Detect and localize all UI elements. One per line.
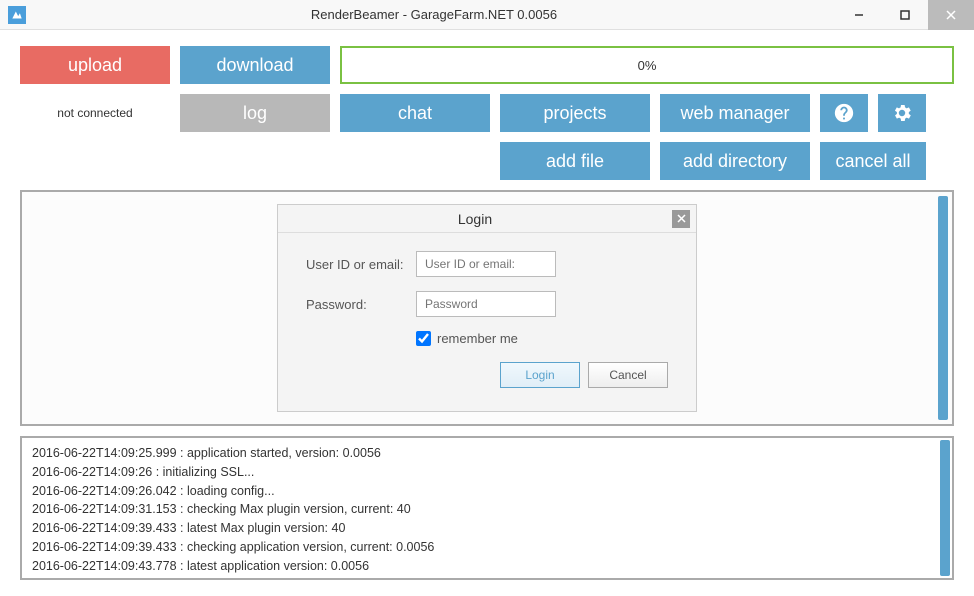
- log-scrollbar-thumb[interactable]: [940, 440, 950, 576]
- help-button[interactable]: [820, 94, 868, 132]
- add-directory-button[interactable]: add directory: [660, 142, 810, 180]
- login-header: Login: [278, 205, 696, 233]
- password-label: Password:: [306, 297, 416, 312]
- projects-button[interactable]: projects: [500, 94, 650, 132]
- minimize-button[interactable]: [836, 0, 882, 30]
- login-close-button[interactable]: [672, 210, 690, 228]
- chat-button[interactable]: chat: [340, 94, 490, 132]
- main-area: Login User ID or email: Password: rememb…: [20, 190, 954, 426]
- user-id-label: User ID or email:: [306, 257, 416, 272]
- upload-button[interactable]: upload: [20, 46, 170, 84]
- log-line: 2016-06-22T14:09:39.433 : checking appli…: [32, 538, 928, 557]
- log-line: 2016-06-22T14:09:39.433 : latest Max plu…: [32, 519, 928, 538]
- add-file-button[interactable]: add file: [500, 142, 650, 180]
- remember-me-label: remember me: [437, 331, 518, 346]
- titlebar: RenderBeamer - GarageFarm.NET 0.0056: [0, 0, 974, 30]
- progress-bar: 0%: [340, 46, 954, 84]
- log-line: 2016-06-22T14:09:31.153 : checking Max p…: [32, 500, 928, 519]
- log-area: 2016-06-22T14:09:25.999 : application st…: [20, 436, 954, 580]
- log-scrollbar[interactable]: [938, 438, 952, 578]
- download-button[interactable]: download: [180, 46, 330, 84]
- web-manager-button[interactable]: web manager: [660, 94, 810, 132]
- window-controls: [836, 0, 974, 30]
- login-cancel-button[interactable]: Cancel: [588, 362, 668, 388]
- cancel-all-button[interactable]: cancel all: [820, 142, 926, 180]
- connection-status: not connected: [20, 94, 170, 132]
- user-id-input[interactable]: [416, 251, 556, 277]
- maximize-button[interactable]: [882, 0, 928, 30]
- log-line: 2016-06-22T14:09:25.999 : application st…: [32, 444, 928, 463]
- log-line: 2016-06-22T14:09:43.778 : latest applica…: [32, 557, 928, 576]
- settings-button[interactable]: [878, 94, 926, 132]
- close-button[interactable]: [928, 0, 974, 30]
- log-content: 2016-06-22T14:09:25.999 : application st…: [22, 438, 938, 578]
- toolbar: upload download 0% not connected log cha…: [0, 30, 974, 180]
- login-title: Login: [278, 211, 672, 227]
- main-scrollbar[interactable]: [938, 196, 948, 420]
- login-submit-button[interactable]: Login: [500, 362, 580, 388]
- log-button[interactable]: log: [180, 94, 330, 132]
- remember-me-checkbox[interactable]: [416, 331, 431, 346]
- log-line: 2016-06-22T14:09:26.042 : loading config…: [32, 482, 928, 501]
- log-line: 2016-06-22T14:09:26 : initializing SSL..…: [32, 463, 928, 482]
- app-icon: [8, 6, 26, 24]
- window-title: RenderBeamer - GarageFarm.NET 0.0056: [32, 7, 836, 22]
- password-input[interactable]: [416, 291, 556, 317]
- login-dialog: Login User ID or email: Password: rememb…: [277, 204, 697, 412]
